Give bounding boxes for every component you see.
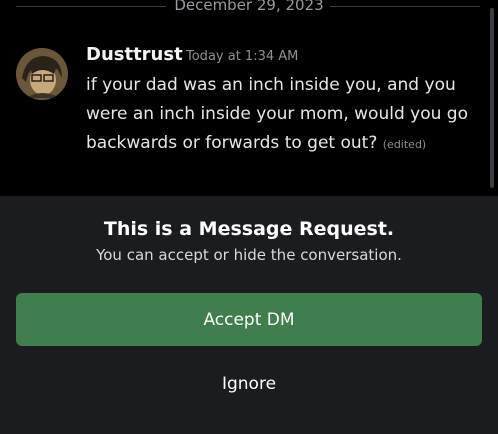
scrollbar[interactable]	[490, 8, 494, 188]
edited-label: (edited)	[382, 138, 427, 151]
accept-dm-button[interactable]: Accept DM	[16, 293, 482, 346]
request-title: This is a Message Request.	[103, 218, 395, 240]
username[interactable]: Dusttrust	[86, 44, 183, 65]
message-body: if your dad was an inch inside you, and …	[86, 71, 488, 159]
avatar[interactable]	[16, 48, 68, 100]
message-timestamp: Today at 1:34 AM	[186, 49, 299, 64]
message-request-panel: This is a Message Request. You can accep…	[0, 196, 498, 434]
chat-area: December 29, 2023 Dusttrust Today at 1:3…	[0, 0, 498, 196]
date-divider: December 29, 2023	[0, 0, 498, 16]
request-subtitle: You can accept or hide the conversation.	[96, 246, 402, 264]
ignore-button[interactable]: Ignore	[0, 364, 498, 404]
date-divider-text: December 29, 2023	[174, 0, 324, 14]
